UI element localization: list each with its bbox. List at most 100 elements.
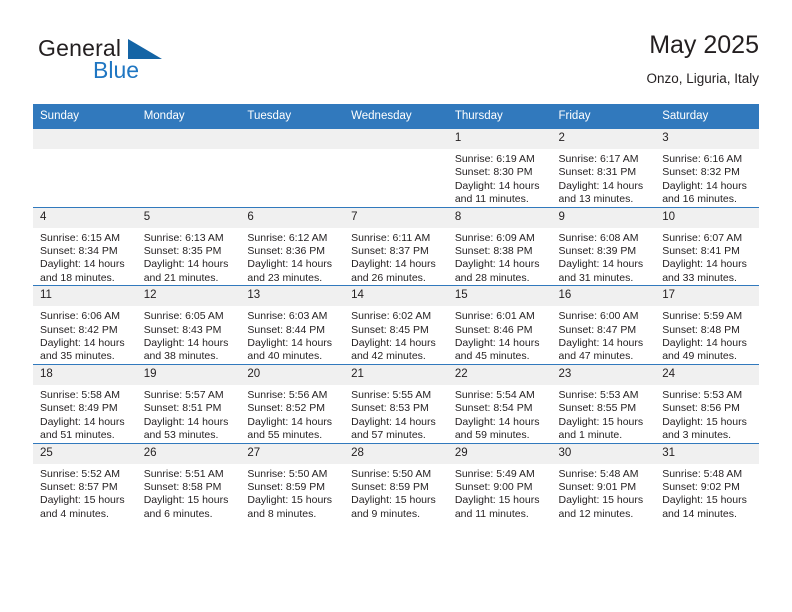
calendar-day-cell[interactable]: 11 Sunrise: 6:06 AM Sunset: 8:42 PM Dayligh… (33, 285, 137, 365)
day-number: 21 (344, 364, 448, 385)
sunrise-time: Sunrise: 5:56 AM (247, 388, 328, 401)
calendar-day-cell[interactable]: 4 Sunrise: 6:15 AM Sunset: 8:34 PM Daylight… (33, 206, 137, 286)
day-number: 26 (136, 443, 241, 464)
calendar-day-cell[interactable]: 25 Sunrise: 5:52 AM Sunset: 8:57 PM Dayligh… (33, 442, 137, 522)
calendar-day-cell[interactable]: 5 Sunrise: 6:13 AM Sunset: 8:35 PM Daylight… (136, 206, 241, 286)
daylight-duration-line2: and 51 minutes. (40, 429, 115, 442)
calendar-day-cell[interactable]: 17 Sunrise: 5:59 AM Sunset: 8:48 PM Dayligh… (655, 285, 759, 365)
day-number: 9 (551, 207, 656, 228)
calendar-day-cell[interactable]: 21 Sunrise: 5:55 AM Sunset: 8:53 PM Dayligh… (344, 363, 448, 443)
daylight-duration-line2: and 35 minutes. (40, 350, 115, 363)
daylight-duration-line2: and 23 minutes. (247, 271, 323, 284)
daylight-duration-line2: and 1 minute. (558, 429, 623, 442)
calendar-day-cell[interactable]: 20 Sunrise: 5:56 AM Sunset: 8:52 PM Dayligh… (240, 363, 345, 443)
weekday-header-wednesday: Wednesday (344, 104, 448, 129)
calendar-day-cell[interactable]: 16 Sunrise: 6:00 AM Sunset: 8:47 PM Dayligh… (551, 285, 656, 365)
calendar-day-cell[interactable]: 31 Sunrise: 5:48 AM Sunset: 9:02 PM Dayligh… (655, 442, 759, 522)
calendar-day-cell[interactable]: 6 Sunrise: 6:12 AM Sunset: 8:36 PM Daylight… (240, 206, 345, 286)
sunrise-time: Sunrise: 6:06 AM (40, 310, 120, 323)
day-number: 20 (240, 364, 345, 385)
day-details: Sunrise: 6:11 AM Sunset: 8:37 PM Daylight:… (344, 228, 448, 286)
day-details: Sunrise: 6:01 AM Sunset: 8:46 PM Daylight:… (448, 306, 552, 364)
daylight-duration-line1: Daylight: 14 hours (558, 337, 644, 350)
day-number (344, 129, 448, 149)
daylight-duration-line2: and 13 minutes. (558, 193, 634, 206)
sunrise-time: Sunrise: 6:11 AM (351, 231, 431, 244)
day-number: 27 (240, 443, 345, 464)
calendar-body: 1 Sunrise: 6:19 AM Sunset: 8:30 PM Daylight… (33, 129, 759, 522)
sunset-time: Sunset: 8:36 PM (247, 245, 326, 258)
sunrise-time: Sunrise: 5:54 AM (454, 388, 535, 401)
sunrise-time: Sunrise: 5:59 AM (662, 310, 743, 323)
daylight-duration-line2: and 18 minutes. (40, 271, 115, 284)
sunset-time: Sunset: 8:38 PM (454, 245, 533, 258)
day-number: 8 (447, 207, 552, 228)
daylight-duration-line1: Daylight: 14 hours (454, 258, 540, 271)
calendar-day-cell[interactable]: 28 Sunrise: 5:50 AM Sunset: 8:59 PM Dayligh… (344, 442, 448, 522)
calendar-day-cell[interactable]: 14 Sunrise: 6:02 AM Sunset: 8:45 PM Dayligh… (344, 285, 448, 365)
day-number: 2 (551, 129, 656, 149)
day-details: Sunrise: 5:48 AM Sunset: 9:02 PM Daylight:… (655, 464, 759, 522)
day-details: Sunrise: 5:54 AM Sunset: 8:54 PM Daylight:… (448, 385, 552, 443)
day-number: 5 (136, 207, 241, 228)
calendar-day-cell[interactable]: 19 Sunrise: 5:57 AM Sunset: 8:51 PM Dayligh… (136, 363, 241, 443)
calendar-day-cell[interactable]: 8 Sunrise: 6:09 AM Sunset: 8:38 PM Daylight… (447, 206, 552, 286)
day-number: 25 (33, 443, 137, 464)
day-details: Sunrise: 6:02 AM Sunset: 8:45 PM Daylight:… (344, 306, 448, 364)
general-blue-logo[interactable]: General Blue (33, 35, 253, 91)
calendar-day-cell[interactable]: 2 Sunrise: 6:17 AM Sunset: 8:31 PM Daylight… (551, 129, 656, 208)
page-title: May 2025 (649, 31, 759, 59)
day-details: Sunrise: 6:13 AM Sunset: 8:35 PM Daylight:… (137, 228, 241, 286)
calendar-day-cell[interactable]: 9 Sunrise: 6:08 AM Sunset: 8:39 PM Daylight… (551, 206, 656, 286)
daylight-duration-line1: Daylight: 15 hours (558, 494, 644, 507)
sunset-time: Sunset: 8:52 PM (247, 402, 326, 415)
daylight-duration-line2: and 14 minutes. (662, 507, 737, 520)
day-number: 15 (447, 286, 552, 307)
sunrise-time: Sunrise: 5:50 AM (247, 467, 328, 480)
daylight-duration-line1: Daylight: 14 hours (247, 415, 333, 428)
day-number: 12 (136, 286, 241, 307)
day-details: Sunrise: 6:05 AM Sunset: 8:43 PM Daylight:… (137, 306, 241, 364)
sunset-time: Sunset: 8:47 PM (558, 323, 637, 336)
calendar-day-cell[interactable]: 15 Sunrise: 6:01 AM Sunset: 8:46 PM Dayligh… (447, 285, 552, 365)
calendar-day-cell[interactable]: 13 Sunrise: 6:03 AM Sunset: 8:44 PM Dayligh… (240, 285, 345, 365)
sunrise-time: Sunrise: 5:57 AM (143, 388, 224, 401)
day-number: 31 (655, 443, 759, 464)
sunset-time: Sunset: 8:49 PM (40, 402, 118, 415)
page-subtitle-location: Onzo, Liguria, Italy (646, 71, 759, 86)
day-number: 30 (551, 443, 656, 464)
daylight-duration-line2: and 42 minutes. (351, 350, 426, 363)
day-number: 13 (240, 286, 345, 307)
calendar-day-cell[interactable]: 22 Sunrise: 5:54 AM Sunset: 8:54 PM Dayligh… (447, 363, 552, 443)
daylight-duration-line2: and 28 minutes. (454, 271, 530, 284)
calendar-day-cell[interactable]: 12 Sunrise: 6:05 AM Sunset: 8:43 PM Dayligh… (136, 285, 241, 365)
daylight-duration-line2: and 8 minutes. (247, 507, 317, 520)
sunset-time: Sunset: 8:58 PM (143, 480, 222, 493)
calendar-day-cell[interactable]: 23 Sunrise: 5:53 AM Sunset: 8:55 PM Dayligh… (551, 363, 656, 443)
daylight-duration-line2: and 55 minutes. (247, 429, 323, 442)
calendar-day-cell[interactable]: 26 Sunrise: 5:51 AM Sunset: 8:58 PM Dayligh… (136, 442, 241, 522)
day-number: 19 (136, 364, 241, 385)
calendar-page: General Blue May 2025 Onzo, Liguria, Ita… (0, 0, 792, 612)
sunrise-time: Sunrise: 5:51 AM (143, 467, 224, 480)
sunset-time: Sunset: 8:32 PM (662, 166, 740, 179)
day-details: Sunrise: 5:50 AM Sunset: 8:59 PM Daylight:… (240, 464, 344, 522)
calendar-day-cell[interactable]: 1 Sunrise: 6:19 AM Sunset: 8:30 PM Daylight… (447, 129, 552, 208)
sunrise-time: Sunrise: 5:49 AM (454, 467, 535, 480)
sunset-time: Sunset: 8:35 PM (143, 245, 222, 258)
day-details: Sunrise: 6:07 AM Sunset: 8:41 PM Daylight:… (655, 228, 759, 286)
day-number: 4 (33, 207, 137, 228)
calendar-day-cell[interactable]: 29 Sunrise: 5:49 AM Sunset: 9:00 PM Dayligh… (447, 442, 552, 522)
calendar-week-row: 1 Sunrise: 6:19 AM Sunset: 8:30 PM Daylight… (33, 129, 759, 208)
calendar-day-cell[interactable]: 10 Sunrise: 6:07 AM Sunset: 8:41 PM Dayligh… (655, 206, 759, 286)
calendar-day-cell[interactable]: 24 Sunrise: 5:53 AM Sunset: 8:56 PM Dayligh… (655, 363, 759, 443)
calendar-day-cell[interactable]: 18 Sunrise: 5:58 AM Sunset: 8:49 PM Dayligh… (33, 363, 137, 443)
calendar-day-cell[interactable]: 27 Sunrise: 5:50 AM Sunset: 8:59 PM Dayligh… (240, 442, 345, 522)
day-details: Sunrise: 5:48 AM Sunset: 9:01 PM Daylight:… (552, 464, 656, 522)
day-number: 23 (551, 364, 656, 385)
calendar-day-cell[interactable]: 3 Sunrise: 6:16 AM Sunset: 8:32 PM Daylight… (655, 129, 759, 208)
calendar-day-cell[interactable]: 30 Sunrise: 5:48 AM Sunset: 9:01 PM Dayligh… (551, 442, 656, 522)
day-number: 24 (655, 364, 759, 385)
calendar-day-cell[interactable]: 7 Sunrise: 6:11 AM Sunset: 8:37 PM Daylight… (344, 206, 448, 286)
day-details: Sunrise: 6:03 AM Sunset: 8:44 PM Daylight:… (240, 306, 344, 364)
